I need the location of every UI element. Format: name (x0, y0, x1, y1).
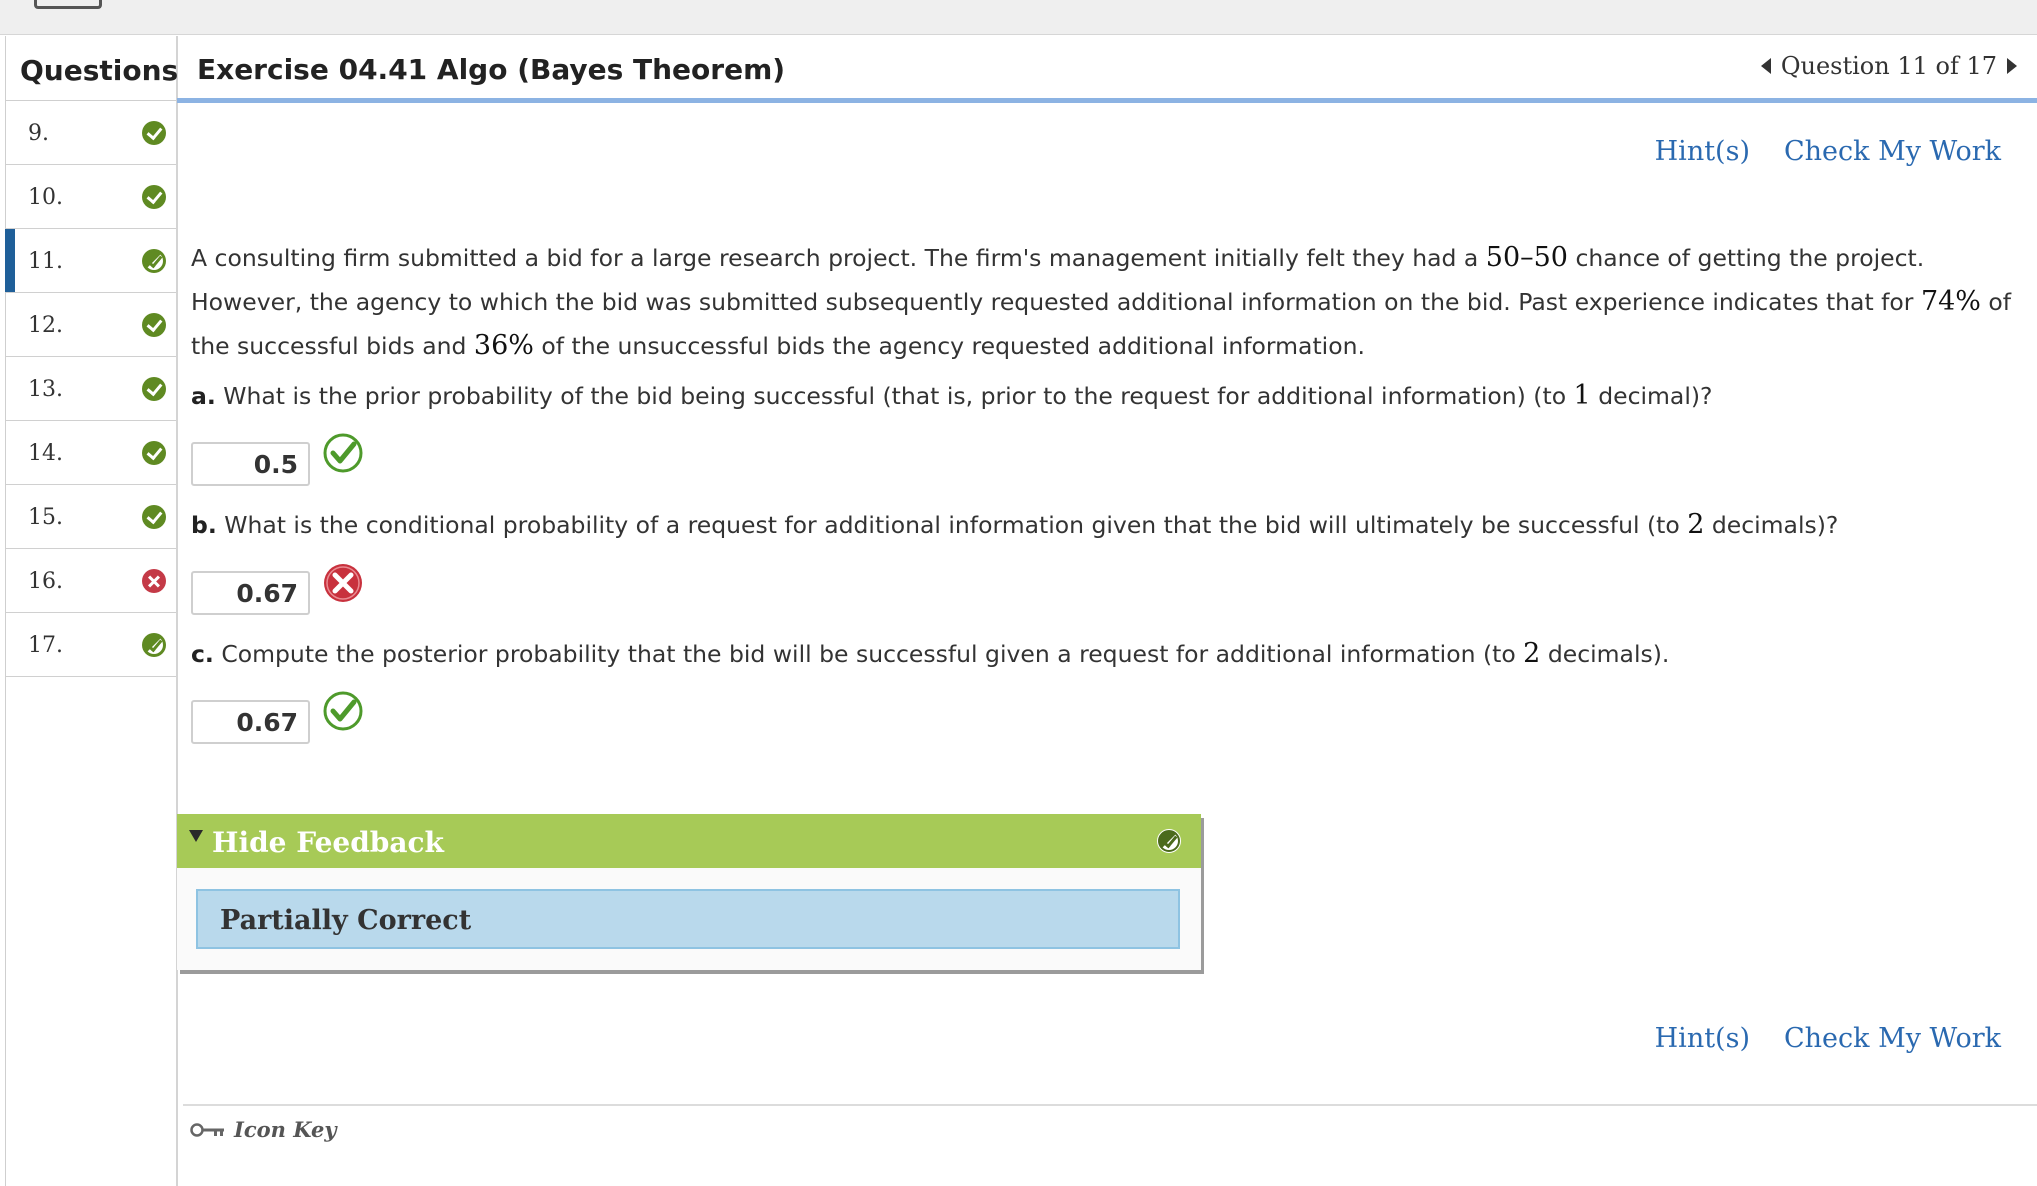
next-question-icon[interactable] (2007, 58, 2017, 74)
correct-check-icon (142, 441, 166, 465)
hints-link[interactable]: Hint(s) (1655, 136, 1750, 167)
math-value: 50–50 (1485, 242, 1568, 273)
check-my-work-link[interactable]: Check My Work (1784, 1023, 2001, 1054)
question-item-17[interactable]: 17. (6, 613, 176, 677)
part-label: b. (191, 511, 217, 539)
math-value: 36% (473, 330, 534, 361)
answer-input-a[interactable]: 0.5 (191, 442, 310, 486)
answer-input-c[interactable]: 0.67 (191, 700, 310, 744)
check-my-work-link[interactable]: Check My Work (1784, 136, 2001, 167)
problem-statement: A consulting firm submitted a bid for a … (191, 236, 2031, 368)
part-c-question: c. Compute the posterior probability tha… (191, 638, 1669, 669)
part-label: c. (191, 640, 214, 668)
key-icon (190, 1122, 224, 1137)
correct-check-icon (142, 121, 166, 145)
correct-check-icon (323, 691, 363, 731)
problem-text: of the unsuccessful bids the agency requ… (533, 332, 1365, 360)
calculator-icon[interactable] (34, 0, 102, 9)
collapse-triangle-icon (189, 830, 203, 842)
incorrect-x-icon (324, 564, 362, 602)
question-item-9[interactable]: 9. (6, 101, 176, 165)
part-text: What is the conditional probability of a… (216, 511, 1688, 539)
question-item-12[interactable]: 12. (6, 293, 176, 357)
question-number: 9. (28, 121, 49, 146)
correct-check-icon (142, 185, 166, 209)
part-b-question: b. What is the conditional probability o… (191, 509, 1838, 540)
question-navigator: Question 11 of 17 (1760, 52, 2017, 80)
question-item-14[interactable]: 14. (6, 421, 176, 485)
correct-check-icon (142, 505, 166, 529)
top-toolbar (0, 0, 2037, 35)
question-number: 10. (28, 185, 63, 210)
answer-input-b[interactable]: 0.67 (191, 571, 310, 615)
questions-sidebar: Questions 9. 10. 11. 12. 13. 14. 15. 16.… (5, 36, 178, 1186)
math-value: 74% (1920, 286, 1981, 317)
question-number: 14. (28, 441, 63, 466)
math-value: 2 (1523, 638, 1541, 669)
question-position: Question 11 of 17 (1780, 52, 1997, 80)
question-number: 12. (28, 313, 63, 338)
icon-key-link[interactable]: Icon Key (190, 1117, 337, 1142)
exercise-title: Exercise 04.41 Algo (Bayes Theorem) (197, 53, 786, 86)
top-action-links: Hint(s) Check My Work (1655, 136, 2001, 167)
part-a-question: a. What is the prior probability of the … (191, 380, 1713, 411)
question-number: 13. (28, 377, 63, 402)
question-number: 11. (28, 249, 63, 274)
part-label: a. (191, 382, 216, 410)
question-item-16[interactable]: 16. (6, 549, 176, 613)
feedback-status-text: Partially Correct (220, 905, 472, 936)
partial-credit-icon (142, 633, 166, 657)
correct-check-icon (323, 433, 363, 473)
bottom-action-links: Hint(s) Check My Work (1655, 1023, 2001, 1054)
correct-check-icon (142, 377, 166, 401)
icon-key-label: Icon Key (234, 1117, 337, 1142)
hints-link[interactable]: Hint(s) (1655, 1023, 1750, 1054)
sidebar-header: Questions (6, 36, 178, 101)
partial-credit-icon (1157, 829, 1181, 853)
math-value: 2 (1687, 509, 1705, 540)
part-text: decimals). (1540, 640, 1670, 668)
part-text: decimal)? (1590, 382, 1713, 410)
feedback-panel: Hide Feedback Partially Correct (177, 814, 1201, 970)
problem-text: A consulting firm submitted a bid for a … (191, 244, 1486, 272)
part-text: decimals)? (1704, 511, 1839, 539)
question-number: 17. (28, 633, 63, 658)
question-item-13[interactable]: 13. (6, 357, 176, 421)
correct-check-icon (142, 313, 166, 337)
previous-question-icon[interactable] (1760, 58, 1771, 74)
question-number: 16. (28, 569, 63, 594)
feedback-status-box: Partially Correct (196, 889, 1180, 949)
part-text: Compute the posterior probability that t… (213, 640, 1524, 668)
exercise-header: Exercise 04.41 Algo (Bayes Theorem) Ques… (177, 36, 2037, 103)
feedback-toggle-label: Hide Feedback (212, 826, 444, 859)
part-text: What is the prior probability of the bid… (215, 382, 1574, 410)
incorrect-x-icon (142, 569, 166, 593)
question-item-11[interactable]: 11. (5, 229, 176, 293)
footer-divider (183, 1104, 2037, 1106)
hide-feedback-toggle[interactable]: Hide Feedback (177, 814, 1201, 868)
math-value: 1 (1573, 380, 1591, 411)
question-item-10[interactable]: 10. (6, 165, 176, 229)
question-number: 15. (28, 505, 63, 530)
question-item-15[interactable]: 15. (6, 485, 176, 549)
partial-credit-icon (142, 249, 166, 273)
